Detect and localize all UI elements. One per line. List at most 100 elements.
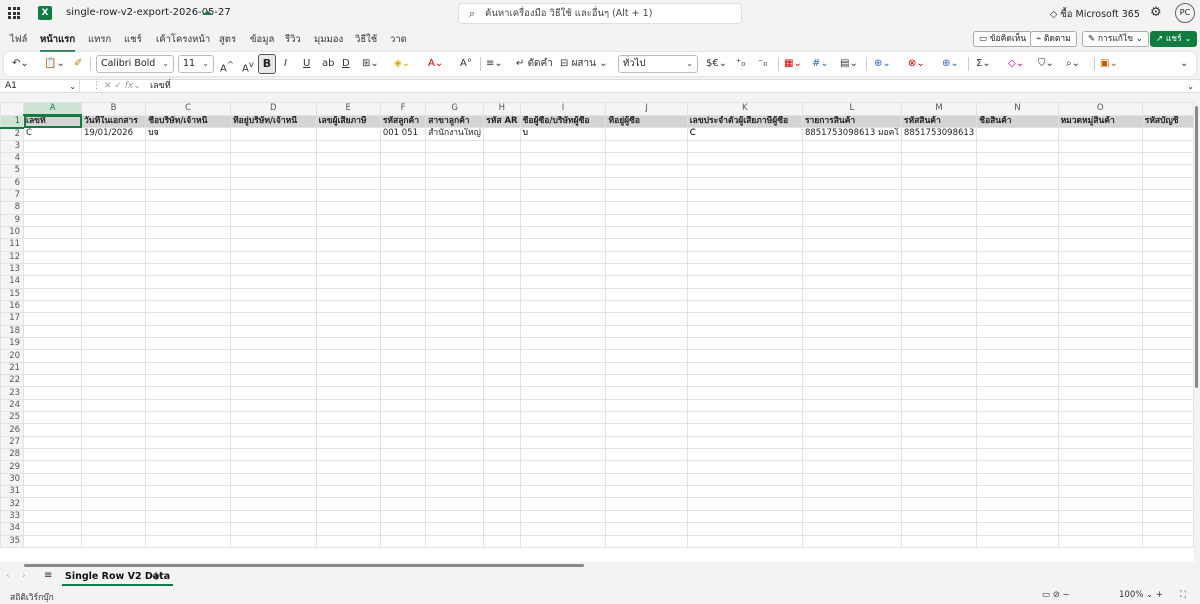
cell[interactable] — [80, 275, 147, 289]
cell[interactable] — [1141, 423, 1194, 437]
cell[interactable] — [145, 312, 232, 326]
cell[interactable] — [686, 398, 803, 413]
cell[interactable] — [425, 361, 485, 376]
column-header[interactable]: A — [23, 102, 82, 116]
cell[interactable] — [425, 386, 485, 400]
cell[interactable] — [230, 349, 317, 363]
cell[interactable] — [230, 250, 317, 264]
cell[interactable] — [230, 201, 317, 215]
cell[interactable] — [900, 435, 978, 450]
cell[interactable] — [23, 213, 82, 227]
cell[interactable] — [145, 435, 232, 450]
cell[interactable] — [315, 250, 381, 264]
font-effects-icon[interactable]: A° — [460, 56, 472, 72]
format-cells-icon[interactable]: ⊕⌄ — [942, 56, 959, 72]
cell[interactable] — [1057, 374, 1143, 388]
cell[interactable] — [605, 164, 688, 178]
cell[interactable] — [519, 139, 607, 153]
cell[interactable] — [1141, 262, 1194, 277]
cell[interactable] — [605, 312, 688, 326]
borders-icon[interactable]: ⊞⌄ — [362, 56, 379, 72]
cell[interactable] — [801, 139, 902, 153]
insert-cells-icon[interactable]: ⊕⌄ — [874, 56, 891, 72]
comments-button[interactable]: ▭ ข้อคิดเห็น — [973, 31, 1033, 47]
cell[interactable] — [23, 238, 82, 252]
cell[interactable]: ที่อยู่บริษัท/เจ้าหนี้ — [230, 114, 317, 128]
cell[interactable] — [145, 225, 232, 240]
column-header[interactable]: N — [976, 102, 1059, 116]
cell[interactable] — [686, 151, 803, 166]
cell[interactable] — [80, 374, 147, 388]
cell[interactable] — [23, 398, 82, 413]
cell[interactable] — [1057, 485, 1143, 499]
sort-filter-icon[interactable]: ⛉⌄ — [1038, 56, 1054, 72]
cell[interactable] — [315, 374, 381, 388]
cell[interactable] — [80, 151, 147, 166]
cell[interactable] — [1141, 151, 1194, 166]
cell[interactable] — [1141, 485, 1194, 499]
cell[interactable] — [605, 213, 688, 227]
cell[interactable]: รายการสินค้า — [801, 114, 902, 128]
cell[interactable] — [483, 151, 521, 166]
cell[interactable] — [80, 448, 147, 462]
horizontal-scroll-thumb[interactable] — [24, 564, 584, 567]
cell[interactable] — [801, 497, 902, 511]
cell[interactable] — [379, 262, 427, 277]
cell[interactable] — [605, 522, 688, 536]
cell[interactable] — [315, 349, 381, 363]
cell[interactable] — [1141, 139, 1194, 153]
row-header[interactable]: 30 — [0, 472, 25, 487]
cell[interactable] — [900, 201, 978, 215]
cell[interactable] — [686, 374, 803, 388]
cell[interactable] — [425, 472, 485, 487]
cell[interactable] — [686, 139, 803, 153]
cell[interactable] — [900, 275, 978, 289]
cell[interactable] — [1141, 299, 1194, 314]
tab-file[interactable]: ไฟล์ — [10, 32, 27, 47]
cell[interactable] — [1057, 250, 1143, 264]
cell[interactable] — [1057, 201, 1143, 215]
column-header[interactable]: G — [425, 102, 485, 116]
cell[interactable] — [315, 336, 381, 351]
cell[interactable] — [23, 534, 82, 548]
cell[interactable] — [1057, 448, 1143, 462]
cell[interactable] — [483, 497, 521, 511]
cell[interactable] — [605, 324, 688, 339]
cell[interactable] — [315, 127, 381, 141]
cell[interactable] — [519, 250, 607, 264]
cell[interactable] — [425, 411, 485, 425]
cell[interactable] — [686, 411, 803, 425]
column-header[interactable]: E — [315, 102, 381, 116]
cell[interactable] — [315, 522, 381, 536]
cell[interactable] — [23, 522, 82, 536]
cell[interactable] — [145, 287, 232, 301]
cell[interactable] — [145, 164, 232, 178]
cell[interactable] — [519, 435, 607, 450]
cell[interactable] — [686, 188, 803, 203]
find-icon[interactable]: ⌕⌄ — [1066, 56, 1080, 72]
row-header[interactable]: 7 — [0, 188, 25, 203]
cell[interactable]: ชื่อสินค้า — [976, 114, 1059, 128]
cell[interactable] — [23, 374, 82, 388]
cell[interactable] — [519, 151, 607, 166]
cell[interactable] — [145, 398, 232, 413]
more-icon[interactable]: ⋮ — [92, 81, 104, 91]
cell[interactable] — [976, 522, 1059, 536]
cell[interactable] — [315, 164, 381, 178]
cell[interactable] — [686, 164, 803, 178]
cell[interactable] — [976, 398, 1059, 413]
row-header[interactable]: 32 — [0, 497, 25, 511]
cell[interactable] — [145, 324, 232, 339]
cell[interactable] — [483, 225, 521, 240]
cell[interactable] — [379, 398, 427, 413]
cell[interactable] — [80, 262, 147, 277]
zoom-level[interactable]: 100% — [1119, 590, 1143, 600]
cell[interactable] — [379, 139, 427, 153]
settings-gear-icon[interactable]: ⚙ — [1150, 5, 1162, 20]
cell[interactable] — [1057, 398, 1143, 413]
cell[interactable] — [425, 238, 485, 252]
cell[interactable] — [23, 164, 82, 178]
fullscreen-icon[interactable]: ⛶ — [1180, 590, 1186, 600]
row-header[interactable]: 29 — [0, 460, 25, 474]
cell[interactable] — [1141, 411, 1194, 425]
